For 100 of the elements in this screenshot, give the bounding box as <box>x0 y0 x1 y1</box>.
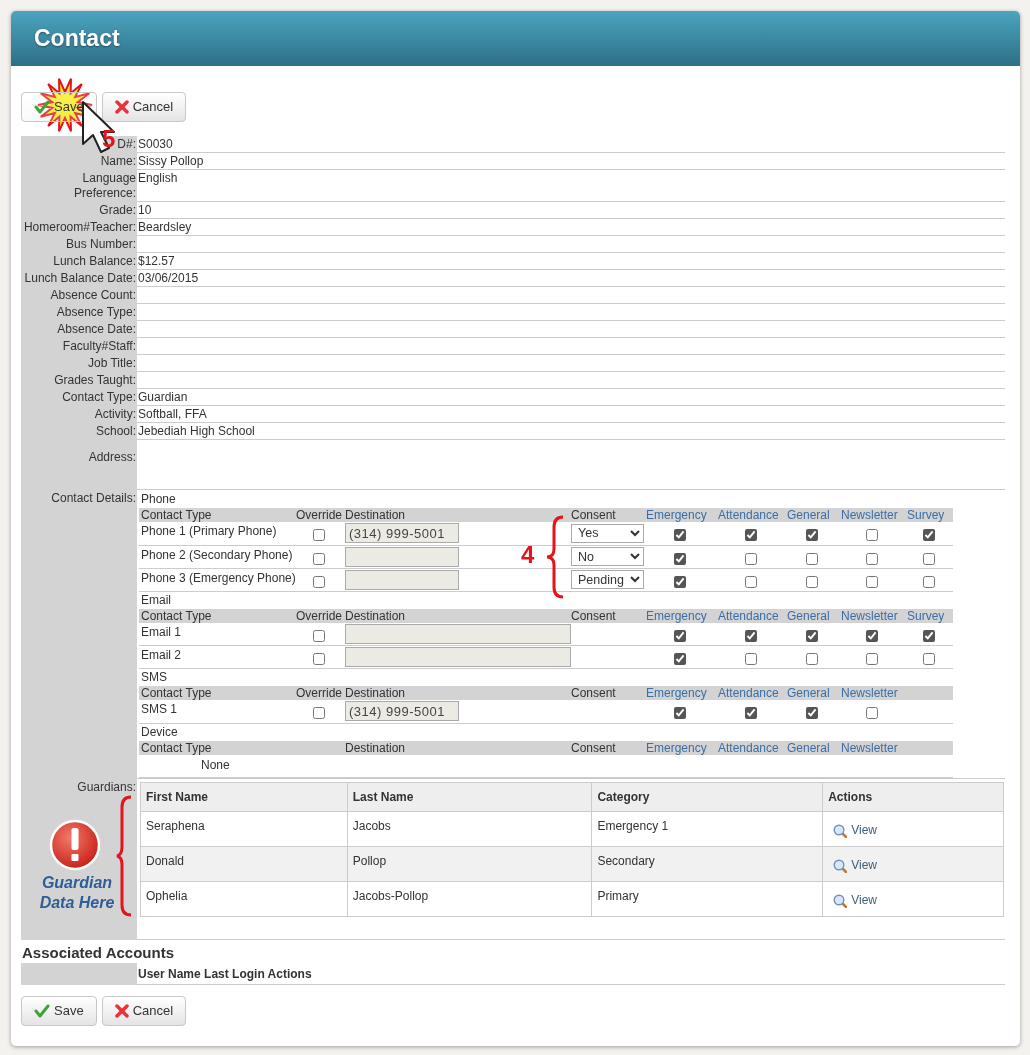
checkbox[interactable] <box>866 707 878 720</box>
x-icon <box>114 1004 129 1018</box>
checkbox[interactable] <box>744 529 757 542</box>
magnifier-icon <box>833 823 848 838</box>
field-value: Beardsley <box>138 220 192 234</box>
cursor-icon <box>81 100 115 154</box>
column-header: Emergency <box>644 508 716 522</box>
checkbox[interactable] <box>806 575 818 588</box>
checkbox[interactable] <box>674 707 686 720</box>
x-icon <box>114 100 129 114</box>
checkbox[interactable] <box>866 575 878 588</box>
consent-dropdown[interactable]: No <box>571 547 644 566</box>
section-title: Phone <box>140 491 177 508</box>
checkbox[interactable] <box>806 529 818 542</box>
consent-dropdown[interactable]: Pending <box>571 570 644 589</box>
destination-field[interactable] <box>345 546 459 567</box>
checkbox[interactable] <box>923 529 935 542</box>
field-value: Guardian <box>138 390 188 404</box>
table-cell: Ophelia <box>140 881 348 917</box>
checkbox[interactable] <box>744 629 757 642</box>
field-value: $12.57 <box>138 254 175 268</box>
field-label: Contact Type: <box>62 390 136 404</box>
destination-field[interactable] <box>345 569 459 590</box>
field-label: Lunch Balance: <box>53 254 136 268</box>
table-cell: Secondary <box>591 846 823 882</box>
consent-dropdown[interactable]: Yes <box>571 523 644 543</box>
section-heading: Associated Accounts <box>21 943 175 963</box>
view-link[interactable]: View <box>833 893 877 909</box>
column-header: Actions <box>267 967 312 981</box>
column-header: Override <box>294 608 343 623</box>
view-link[interactable]: View <box>833 858 877 874</box>
alert-icon <box>49 819 101 871</box>
checkbox[interactable] <box>806 653 818 665</box>
guardian-note: Guardian Data Here <box>38 873 116 913</box>
checkbox[interactable] <box>312 529 325 542</box>
checkbox[interactable] <box>674 575 686 588</box>
save-button[interactable]: Save <box>21 996 97 1026</box>
column-header: Consent <box>569 508 644 522</box>
checkbox[interactable] <box>312 629 325 642</box>
table-cell: Donald <box>140 846 348 882</box>
checkbox[interactable] <box>674 529 686 542</box>
column-header: Category <box>591 782 823 812</box>
destination-field[interactable]: (314) 999-5001 <box>345 523 459 544</box>
checkbox[interactable] <box>866 629 878 642</box>
checkbox[interactable] <box>312 707 325 720</box>
checkbox[interactable] <box>923 653 935 665</box>
checkbox[interactable] <box>866 552 878 565</box>
field-label: Homeroom#Teacher: <box>23 220 136 234</box>
brace-icon <box>116 795 132 917</box>
checkbox[interactable] <box>744 653 757 665</box>
field-label: Guardians: <box>77 780 136 794</box>
column-header: General <box>785 740 839 755</box>
brace-icon <box>545 515 565 599</box>
checkbox[interactable] <box>806 552 818 565</box>
destination-field[interactable] <box>345 623 571 644</box>
field-label: D#: <box>117 137 136 151</box>
checkbox[interactable] <box>744 575 757 588</box>
column-header: Destination <box>343 686 569 700</box>
column-header: Destination <box>343 508 569 522</box>
checkbox[interactable] <box>806 629 818 642</box>
checkbox[interactable] <box>744 552 757 565</box>
column-header: Newsletter <box>839 740 905 755</box>
destination-field[interactable] <box>345 647 571 667</box>
checkbox[interactable] <box>674 653 686 665</box>
column-header: Contact Type <box>139 686 294 700</box>
column-header: Attendance <box>716 508 785 522</box>
column-header: General <box>785 686 839 700</box>
callout-number: 4 <box>521 543 535 567</box>
field-value: English <box>138 171 178 185</box>
checkbox[interactable] <box>744 707 757 720</box>
field-value: Jebediah High School <box>138 424 255 438</box>
field-value: S0030 <box>138 137 173 151</box>
field-label: Absence Type: <box>56 305 136 319</box>
checkbox[interactable] <box>866 529 878 542</box>
checkbox[interactable] <box>923 552 935 565</box>
checkbox[interactable] <box>674 629 686 642</box>
checkbox[interactable] <box>312 653 325 665</box>
contact-type: Phone 2 (Secondary Phone) <box>141 547 293 562</box>
checkbox[interactable] <box>866 653 878 665</box>
check-icon <box>34 1004 50 1018</box>
cancel-button[interactable]: Cancel <box>101 996 187 1026</box>
field-value: 10 <box>138 203 152 217</box>
magnifier-icon <box>833 858 848 873</box>
checkbox[interactable] <box>923 575 935 588</box>
checkbox[interactable] <box>674 552 686 565</box>
field-label: Activity: <box>94 407 136 421</box>
destination-field[interactable]: (314) 999-5001 <box>345 701 459 722</box>
field-label: Language Preference: <box>73 171 136 200</box>
checkbox[interactable] <box>923 629 935 642</box>
column-header: Attendance <box>716 686 785 700</box>
checkbox[interactable] <box>806 707 818 720</box>
empty-text: None <box>201 758 230 773</box>
check-icon <box>34 100 50 114</box>
column-header: Survey <box>905 508 953 522</box>
view-link[interactable]: View <box>833 823 877 839</box>
checkbox[interactable] <box>312 575 325 588</box>
contact-type: Email 1 <box>141 624 181 639</box>
table-cell: Primary <box>591 881 823 917</box>
field-label: Absence Count: <box>50 288 136 302</box>
checkbox[interactable] <box>312 552 325 565</box>
